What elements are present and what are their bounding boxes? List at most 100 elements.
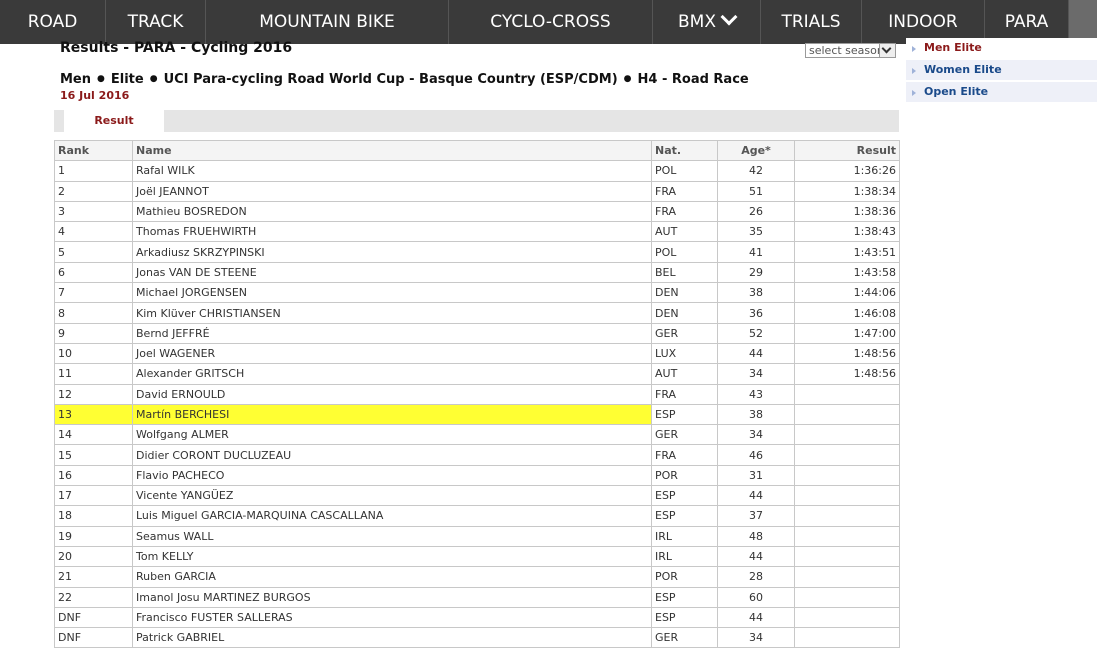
rider-name-link[interactable]: Martín BERCHESI (132, 403, 652, 426)
race-name: H4 - Road Race (637, 72, 749, 87)
page-title: Results - PARA - Cycling 2016 (60, 40, 293, 56)
age-cell: 31 (717, 464, 795, 487)
rider-name-link[interactable]: Alexander GRITSCH (132, 363, 652, 385)
table-row: 19 Seamus WALL IRL 48 (54, 525, 900, 547)
rank-cell: 1 (54, 160, 133, 182)
nationality-cell: LUX (651, 342, 718, 365)
result-cell (794, 606, 900, 629)
category-item-women-elite[interactable]: Women Elite (906, 60, 1097, 80)
rider-name-link[interactable]: Luis Miguel GARCIA-MARQUINA CASCALLANA (132, 505, 652, 527)
result-cell (794, 505, 900, 527)
age-cell: 46 (717, 444, 795, 466)
age-cell: 48 (717, 525, 795, 547)
nationality-cell: ESP (651, 485, 718, 507)
header-result[interactable]: Result (794, 139, 900, 162)
chevron-down-icon[interactable] (879, 44, 895, 57)
nav-item-trials[interactable]: TRIALS (761, 0, 862, 44)
nav-item-track[interactable]: TRACK (106, 0, 206, 44)
rider-name-link[interactable]: Mathieu BOSREDON (132, 200, 652, 223)
rider-name-link[interactable]: Wolfgang ALMER (132, 424, 652, 446)
rank-cell: 7 (54, 282, 133, 304)
nationality-cell: FRA (651, 200, 718, 223)
header-nat[interactable]: Nat. (651, 139, 718, 162)
rank-cell: 2 (54, 180, 133, 202)
rider-name-link[interactable]: Joël JEANNOT (132, 180, 652, 202)
nationality-cell: POR (651, 566, 718, 588)
result-cell: 1:38:43 (794, 221, 900, 243)
table-row: 16 Flavio PACHECO POR 31 (54, 464, 900, 487)
rank-cell: 9 (54, 322, 133, 344)
category-list: Men Elite Women Elite Open Elite (906, 38, 1097, 104)
separator-bullet: ● (149, 74, 158, 84)
rank-cell: 3 (54, 200, 133, 223)
rank-cell: 5 (54, 241, 133, 263)
rider-name-link[interactable]: Arkadiusz SKRZYPINSKI (132, 241, 652, 263)
result-cell (794, 383, 900, 405)
table-row: 21 Ruben GARCIA POR 28 (54, 566, 900, 588)
table-row: 13 Martín BERCHESI ESP 38 (54, 403, 900, 426)
nav-item-cyclo-cross[interactable]: CYCLO-CROSS (449, 0, 653, 44)
table-row: 12 David ERNOULD FRA 43 (54, 383, 900, 405)
result-cell (794, 403, 900, 426)
rider-name-link[interactable]: Francisco FUSTER SALLERAS (132, 606, 652, 629)
age-cell: 52 (717, 322, 795, 344)
rider-name-link[interactable]: Didier CORONT DUCLUZEAU (132, 444, 652, 466)
nav-item-road[interactable]: ROAD (0, 0, 106, 44)
result-cell (794, 444, 900, 466)
result-cell: 1:48:56 (794, 363, 900, 385)
rider-name-link[interactable]: Thomas FRUEHWIRTH (132, 221, 652, 243)
rider-name-link[interactable]: Jonas VAN DE STEENE (132, 261, 652, 284)
results-body: 1 Rafal WILK POL 42 1:36:26 2 Joël JEANNOT FRA 5… (54, 160, 900, 648)
rank-cell: 19 (54, 525, 133, 547)
age-cell: 28 (717, 566, 795, 588)
rider-name-link[interactable]: Kim Klüver CHRISTIANSEN (132, 302, 652, 324)
chevron-down-icon (720, 8, 738, 26)
age-cell: 26 (717, 200, 795, 223)
rider-name-link[interactable]: David ERNOULD (132, 383, 652, 405)
rider-name-link[interactable]: Joel WAGENER (132, 342, 652, 365)
nationality-cell: AUT (651, 221, 718, 243)
rider-name-link[interactable]: Rafal WILK (132, 160, 652, 182)
tab-bar: Result (54, 110, 899, 132)
result-cell: 1:36:26 (794, 160, 900, 182)
header-age[interactable]: Age* (717, 139, 795, 162)
table-row: 10 Joel WAGENER LUX 44 1:48:56 (54, 342, 900, 365)
table-row: 6 Jonas VAN DE STEENE BEL 29 1:43:58 (54, 261, 900, 284)
nav-item-bmx[interactable]: BMX (653, 0, 761, 44)
result-cell: 1:38:34 (794, 180, 900, 202)
rider-name-link[interactable]: Ruben GARCIA (132, 566, 652, 588)
nav-item-mountain-bike[interactable]: MOUNTAIN BIKE (206, 0, 449, 44)
table-row: 7 Michael JORGENSEN DEN 38 1:44:06 (54, 282, 900, 304)
age-cell: 35 (717, 221, 795, 243)
season-select[interactable]: select season (805, 43, 896, 58)
category-item-open-elite[interactable]: Open Elite (906, 82, 1097, 102)
nationality-cell: AUT (651, 363, 718, 385)
rider-name-link[interactable]: Michael JORGENSEN (132, 282, 652, 304)
age-cell: 37 (717, 505, 795, 527)
table-header-row: Rank Name Nat. Age* Result (54, 139, 900, 162)
rider-name-link[interactable]: Vicente YANGÜEZ (132, 485, 652, 507)
tab-result[interactable]: Result (64, 110, 164, 132)
nationality-cell: BEL (651, 261, 718, 284)
rider-name-link[interactable]: Seamus WALL (132, 525, 652, 547)
age-cell: 44 (717, 485, 795, 507)
results-table: Rank Name Nat. Age* Result 1 Rafal WILK PO… (54, 139, 900, 648)
rank-cell: 16 (54, 464, 133, 487)
nationality-cell: POL (651, 241, 718, 263)
race-category: Elite (110, 72, 144, 87)
result-cell: 1:43:51 (794, 241, 900, 263)
table-row: 17 Vicente YANGÜEZ ESP 44 (54, 485, 900, 507)
separator-bullet: ● (623, 74, 632, 84)
result-cell: 1:46:08 (794, 302, 900, 324)
header-rank[interactable]: Rank (54, 139, 133, 162)
rider-name-link[interactable]: Flavio PACHECO (132, 464, 652, 487)
nationality-cell: ESP (651, 586, 718, 608)
rider-name-link[interactable]: Bernd JEFFRÉ (132, 322, 652, 344)
category-item-men-elite[interactable]: Men Elite (906, 38, 1097, 58)
rider-name-link[interactable]: Tom KELLY (132, 545, 652, 568)
rider-name-link[interactable]: Imanol Josu MARTINEZ BURGOS (132, 586, 652, 608)
header-name[interactable]: Name (132, 139, 652, 162)
age-cell: 34 (717, 363, 795, 385)
nationality-cell: FRA (651, 444, 718, 466)
age-cell: 38 (717, 282, 795, 304)
